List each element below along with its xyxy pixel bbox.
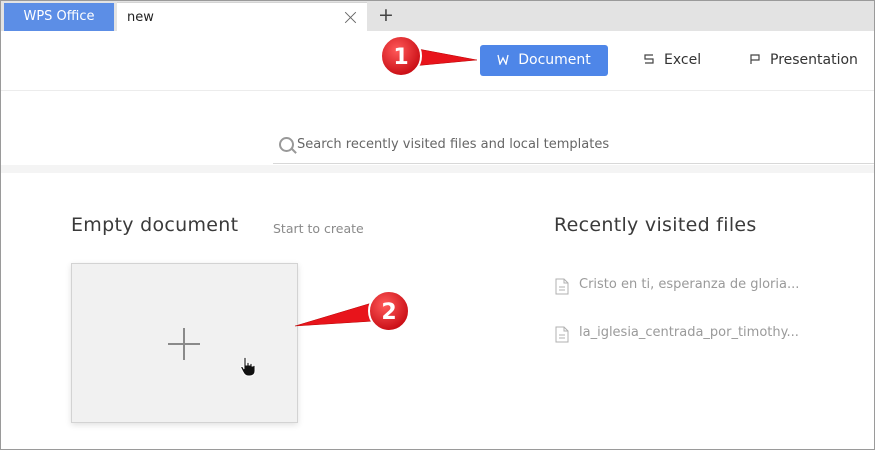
- excel-button[interactable]: Excel: [643, 45, 701, 76]
- recent-file-name: Cristo en ti, esperanza de gloria...: [579, 277, 800, 292]
- search-icon: [279, 137, 294, 152]
- presentation-button-label: Presentation: [770, 52, 858, 68]
- search-input[interactable]: [297, 133, 857, 155]
- list-item[interactable]: Cristo en ti, esperanza de gloria...: [554, 271, 814, 301]
- file-icon: [555, 278, 569, 295]
- recent-files-heading: Recently visited files: [554, 214, 757, 236]
- writer-icon: [497, 45, 509, 76]
- divider: [1, 165, 874, 173]
- hand-cursor-icon: [240, 356, 256, 377]
- step-1-arrow: [412, 47, 478, 67]
- step-2-callout: 2: [294, 290, 410, 332]
- excel-button-label: Excel: [664, 52, 702, 68]
- start-to-create-text: Start to create: [273, 221, 364, 236]
- wps-window: WPS Office new + Document Excel Presenta…: [0, 0, 875, 450]
- step-1-callout: 1: [380, 35, 478, 77]
- list-item[interactable]: la_iglesia_centrada_por_timothy...: [554, 319, 814, 349]
- tab-wps-office[interactable]: WPS Office: [4, 3, 114, 31]
- plus-icon: [168, 328, 200, 360]
- file-icon: [555, 326, 569, 343]
- search-area: [1, 91, 874, 165]
- presentation-button[interactable]: Presentation: [749, 45, 858, 76]
- recent-file-name: la_iglesia_centrada_por_timothy...: [579, 325, 799, 340]
- step-2-number: 2: [381, 300, 396, 325]
- step-2-arrow: [294, 301, 376, 327]
- document-button[interactable]: Document: [480, 45, 608, 76]
- search-box: [273, 127, 874, 164]
- tab-bar: WPS Office new +: [1, 1, 874, 32]
- spreadsheet-icon: [643, 45, 655, 76]
- close-icon[interactable]: [345, 11, 357, 23]
- add-tab-icon[interactable]: +: [377, 5, 395, 25]
- new-blank-document-card[interactable]: [71, 263, 298, 423]
- tab-new[interactable]: new: [117, 2, 367, 32]
- tab-new-label: new: [127, 10, 154, 25]
- empty-document-heading: Empty document: [71, 214, 239, 236]
- presentation-icon: [749, 45, 761, 76]
- document-button-label: Document: [518, 52, 591, 68]
- step-1-number: 1: [393, 45, 408, 70]
